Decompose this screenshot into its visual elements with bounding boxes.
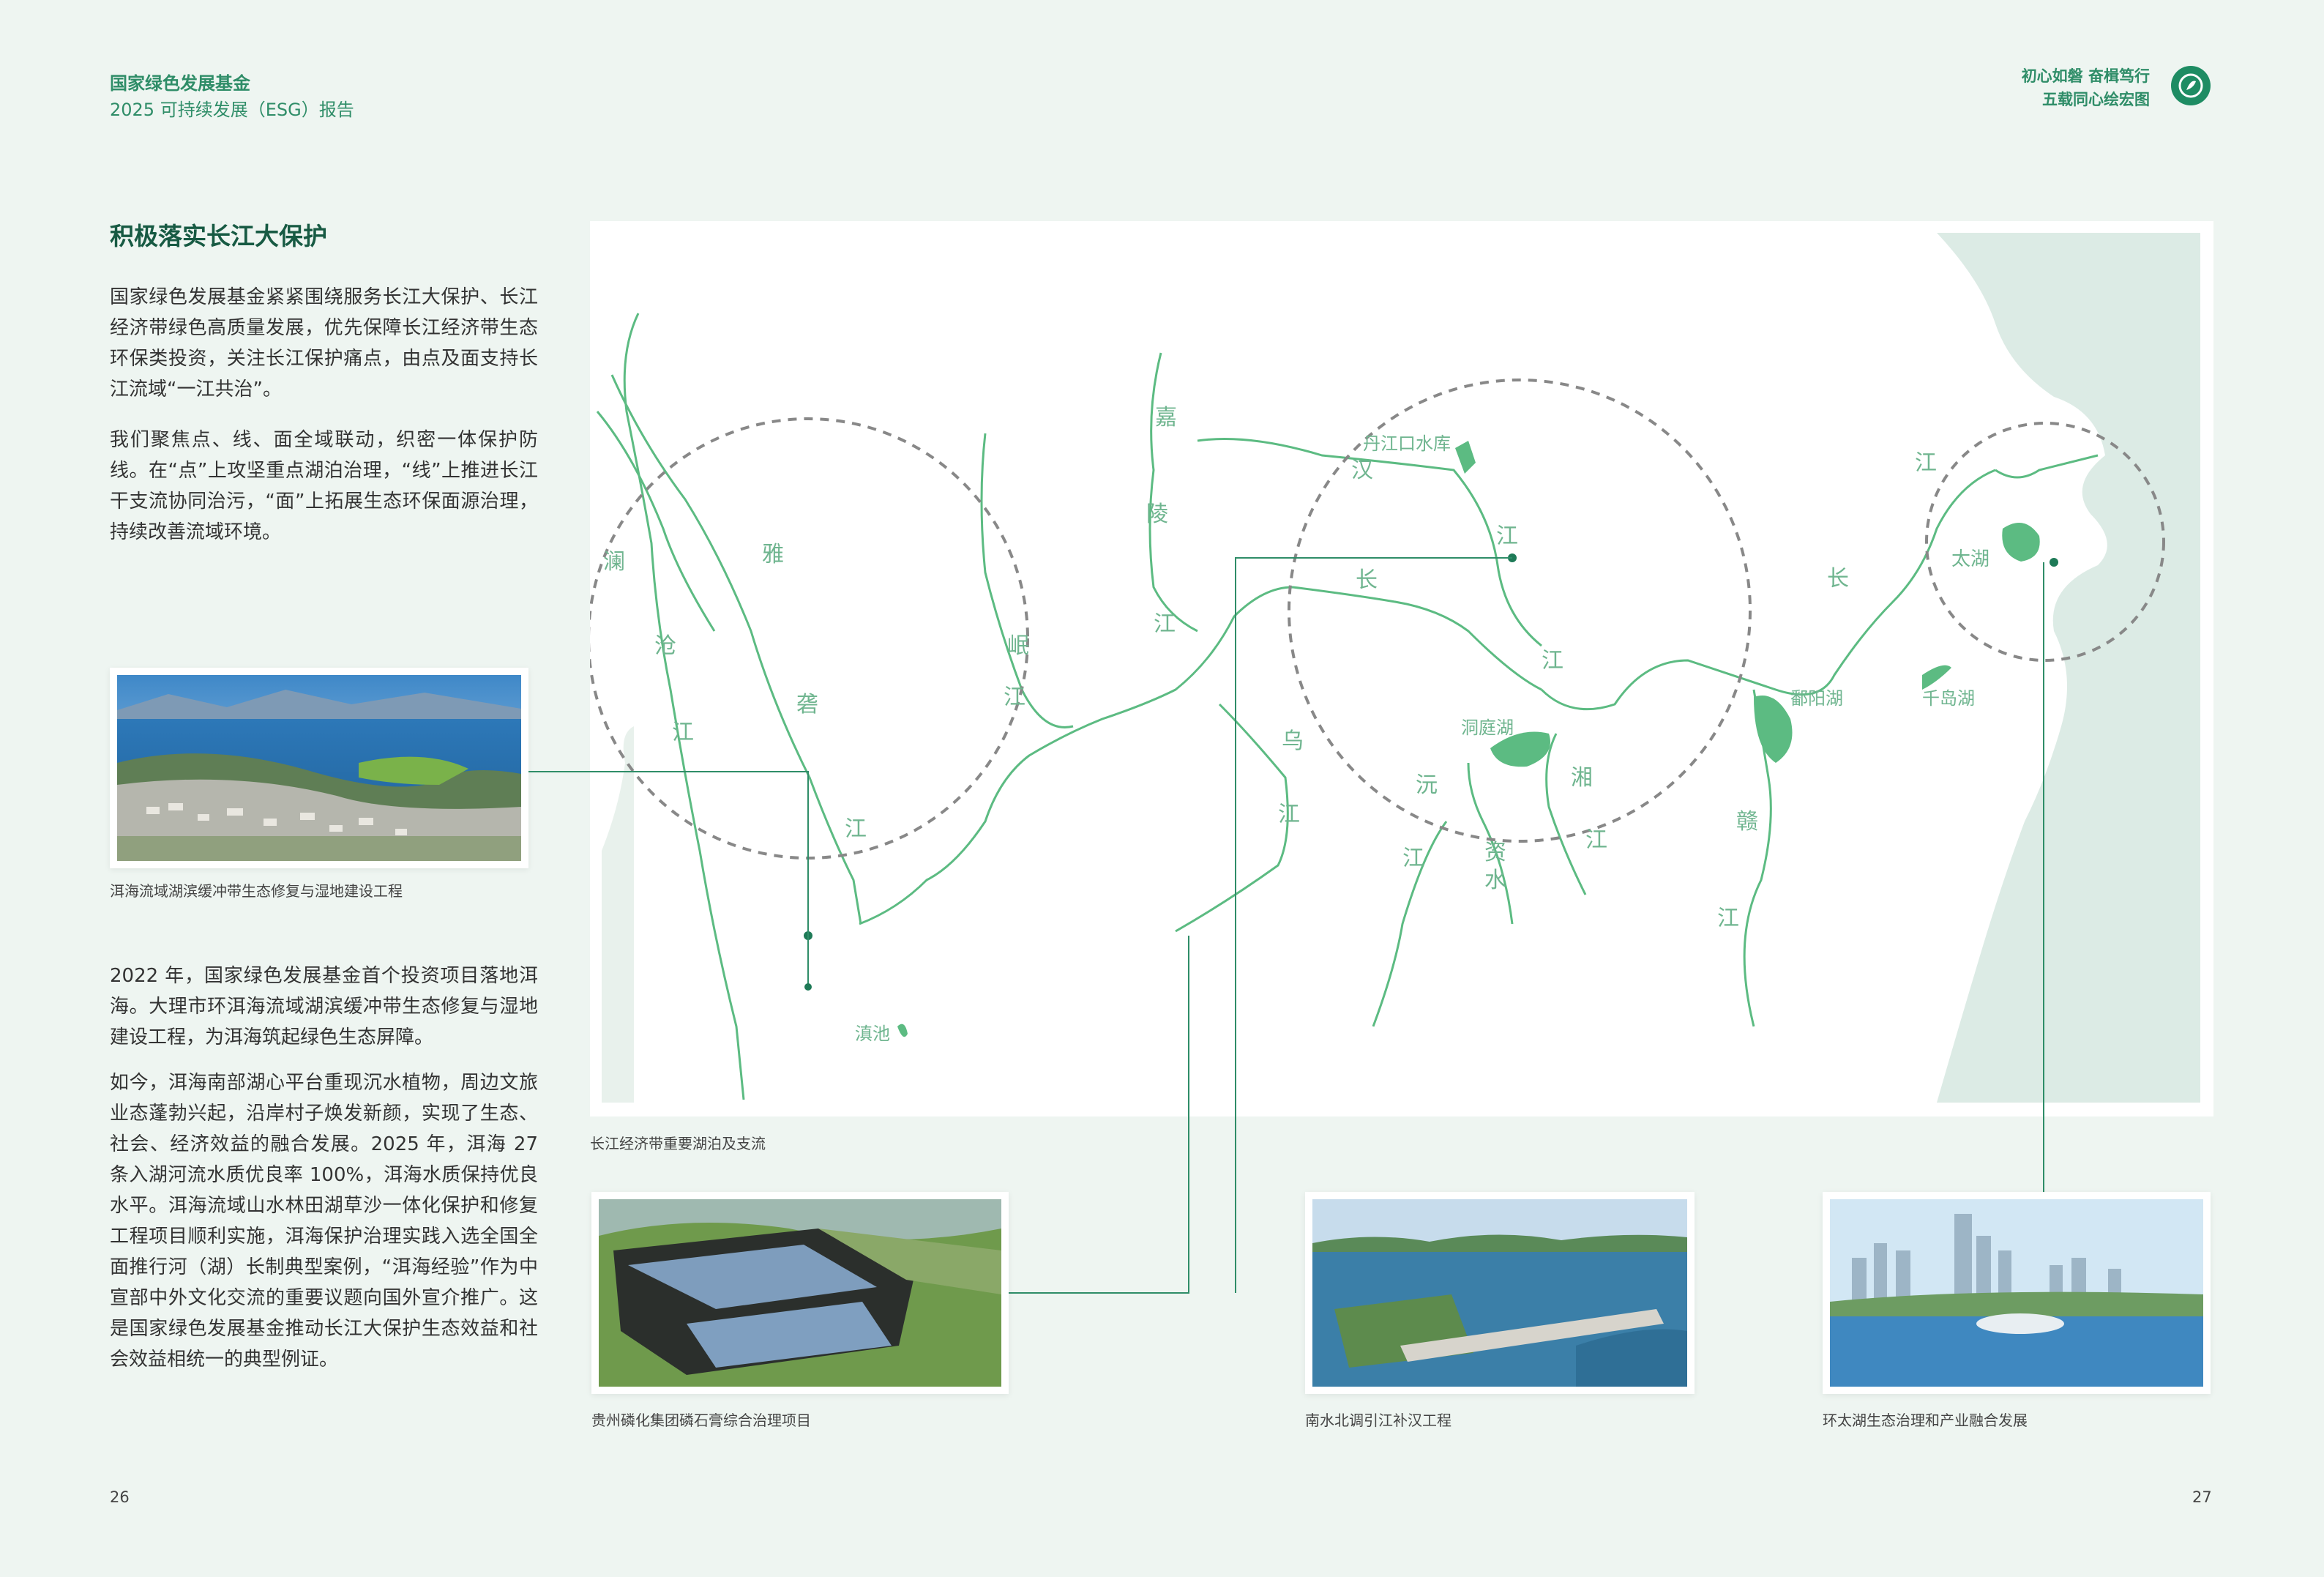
guizhou-photo <box>591 1192 1009 1394</box>
erhai-caption: 洱海流域湖滨缓冲带生态修复与湿地建设工程 <box>110 882 403 900</box>
label-yalong-3: 江 <box>845 817 867 841</box>
erhai-photo <box>110 668 528 868</box>
label-yalong-2: 砻 <box>796 693 818 717</box>
erhai-paragraph-2: 如今，洱海南部湖心平台重现沉水植物，周边文旅业态蓬勃兴起，沿岸村子焕发新颜，实现… <box>110 1072 538 1371</box>
label-jialing-3: 江 <box>1154 612 1176 636</box>
slogan-line-1: 初心如磐 奋楫笃行 <box>2021 67 2150 85</box>
label-lancang-2: 沧 <box>654 634 676 658</box>
label-min-1: 岷 <box>1007 634 1029 658</box>
focus-circle-middle <box>1288 379 1752 843</box>
yalong-river <box>610 374 862 925</box>
danjiangkou-lake <box>1455 441 1476 474</box>
label-qiandao: 千岛湖 <box>1922 689 1975 709</box>
qiandao-lake <box>1922 665 1951 690</box>
label-dongting: 洞庭湖 <box>1461 718 1514 738</box>
label-gan-2: 江 <box>1717 906 1739 931</box>
label-xiang-2: 江 <box>1585 828 1607 852</box>
label-taihu: 太湖 <box>1951 548 1989 570</box>
page-number-right: 27 <box>2192 1488 2212 1506</box>
jialing-river <box>1148 352 1198 633</box>
label-lancang-3: 江 <box>672 720 694 745</box>
intro-paragraph-2: 我们聚焦点、线、面全域联动，织密一体保护防线。在“点”上攻坚重点湖泊治理，“线”… <box>110 429 538 543</box>
taihu-caption: 环太湖生态治理和产业融合发展 <box>1823 1412 2028 1429</box>
header-slogan: 初心如磐 奋楫笃行 五载同心绘宏图 <box>2022 64 2150 111</box>
report-title: 2025 可持续发展（ESG）报告 <box>110 100 354 120</box>
label-jialing-2: 陵 <box>1146 502 1168 526</box>
map-caption: 长江经济带重要湖泊及支流 <box>590 1135 766 1152</box>
label-lancang-1: 澜 <box>603 550 625 574</box>
label-jiang-1: 江 <box>1542 649 1563 673</box>
label-gan-1: 赣 <box>1736 810 1758 834</box>
dianchi-lake <box>897 1024 908 1037</box>
lancang-river <box>623 313 745 1100</box>
yangtze-upper <box>859 586 1542 925</box>
section-title: 积极落实长江大保护 <box>110 222 327 250</box>
wu-river <box>1175 703 1289 933</box>
label-chang-2: 长 <box>1827 567 1849 591</box>
label-yalong-1: 雅 <box>762 543 784 567</box>
label-min-2: 江 <box>1004 685 1025 709</box>
label-poyang: 鄱阳湖 <box>1790 689 1843 709</box>
yangtze-map: 澜 沧 江 雅 砻 江 岷 江 嘉 陵 江 乌 江 丹江口水库 汉 江 长 江 … <box>587 221 2213 1116</box>
min-river <box>980 433 1074 728</box>
label-wu-2: 江 <box>1278 802 1300 827</box>
page-number-left: 26 <box>110 1488 130 1506</box>
label-jiang-2: 江 <box>1915 451 1937 475</box>
intro-paragraph-1: 国家绿色发展基金紧紧围绕服务长江大保护、长江经济带绿色高质量发展，优先保障长江经… <box>110 286 538 400</box>
label-wu-1: 乌 <box>1282 729 1304 753</box>
report-logo-icon <box>2171 66 2211 105</box>
label-zi-1: 资 <box>1484 840 1506 865</box>
xiang-river <box>1545 733 1587 895</box>
erhai-paragraph-1: 2022 年，国家绿色发展基金首个投资项目落地洱海。大理市环洱海流域湖滨缓冲带生… <box>110 965 538 1048</box>
label-chang-1: 长 <box>1356 568 1378 592</box>
poyang-lake <box>1754 696 1793 763</box>
label-yuan-2: 江 <box>1402 846 1424 870</box>
west-land-edge <box>602 726 634 1103</box>
label-jialing-1: 嘉 <box>1155 406 1177 430</box>
nsbd-photo <box>1305 1192 1695 1394</box>
nsbd-caption: 南水北调引江补汉工程 <box>1305 1412 1451 1429</box>
label-yuan-1: 沅 <box>1416 773 1438 797</box>
label-han-1: 汉 <box>1351 458 1373 482</box>
yangtze-lower <box>1995 454 2099 479</box>
label-xiang-1: 湘 <box>1571 766 1593 790</box>
label-han-2: 江 <box>1496 524 1518 548</box>
label-dianchi: 滇池 <box>855 1024 890 1044</box>
taihu-photo <box>1823 1192 2211 1394</box>
label-danjiangkou: 丹江口水库 <box>1363 434 1451 454</box>
label-zi-2: 水 <box>1484 868 1506 892</box>
taihu-lake <box>2002 523 2040 562</box>
report-org-name: 国家绿色发展基金 <box>110 73 250 94</box>
east-sea <box>1937 233 2200 1103</box>
slogan-line-2: 五载同心绘宏图 <box>2042 91 2150 108</box>
guizhou-caption: 贵州磷化集团磷石膏综合治理项目 <box>591 1412 811 1429</box>
